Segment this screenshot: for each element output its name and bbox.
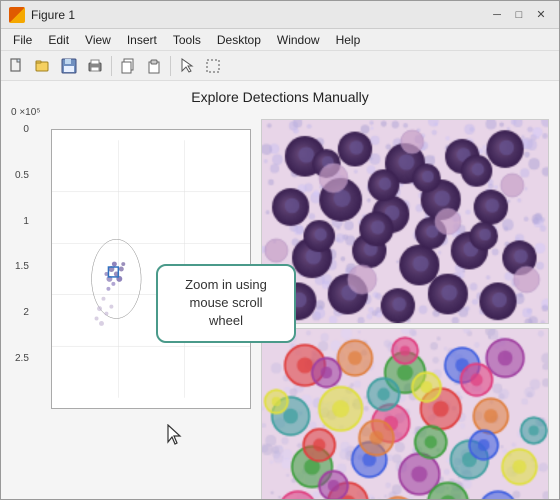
menu-bar: File Edit View Insert Tools Desktop Wind… [1, 29, 559, 51]
menu-desktop[interactable]: Desktop [209, 31, 269, 49]
right-image-panel [261, 109, 549, 499]
tooltip-text: Zoom in using mouse scroll wheel [185, 277, 267, 328]
toolbar-copy[interactable] [116, 54, 140, 78]
plot-body: 0 ×10⁵ 0 0.5 1 1.5 2 2.5 [1, 109, 559, 499]
menu-view[interactable]: View [77, 31, 119, 49]
content-area: Explore Detections Manually 0 ×10⁵ 0 0.5… [1, 81, 559, 499]
toolbar-cursor[interactable] [175, 54, 199, 78]
toolbar-new[interactable] [5, 54, 29, 78]
close-button[interactable]: ✕ [531, 6, 551, 24]
y-axis-scale-label: 0 ×10⁵ [11, 107, 40, 118]
minimize-button[interactable]: ─ [487, 6, 507, 24]
cell-image-bottom [261, 328, 549, 499]
plot-title: Explore Detections Manually [1, 81, 559, 109]
maximize-button[interactable]: □ [509, 6, 529, 24]
menu-edit[interactable]: Edit [40, 31, 77, 49]
menu-file[interactable]: File [5, 31, 40, 49]
toolbar-region[interactable] [201, 54, 225, 78]
toolbar-print[interactable] [83, 54, 107, 78]
menu-window[interactable]: Window [269, 31, 328, 49]
toolbar-save[interactable] [57, 54, 81, 78]
menu-help[interactable]: Help [328, 31, 369, 49]
main-window: Figure 1 ─ □ ✕ File Edit View Insert Too… [0, 0, 560, 500]
cell-image-top [261, 119, 549, 324]
menu-insert[interactable]: Insert [119, 31, 165, 49]
app-icon [9, 7, 25, 23]
y-axis-ticks: 0 0.5 1 1.5 2 2.5 [15, 124, 29, 364]
toolbar [1, 51, 559, 81]
window-controls: ─ □ ✕ [487, 6, 551, 24]
menu-tools[interactable]: Tools [165, 31, 209, 49]
tooltip-bubble: Zoom in using mouse scroll wheel [156, 264, 296, 343]
title-bar: Figure 1 ─ □ ✕ [1, 1, 559, 29]
toolbar-open[interactable] [31, 54, 55, 78]
toolbar-paste[interactable] [142, 54, 166, 78]
cell-canvas-top [262, 120, 548, 323]
cell-canvas-bottom [262, 329, 548, 499]
mouse-cursor [166, 424, 184, 451]
window-title: Figure 1 [31, 8, 487, 22]
